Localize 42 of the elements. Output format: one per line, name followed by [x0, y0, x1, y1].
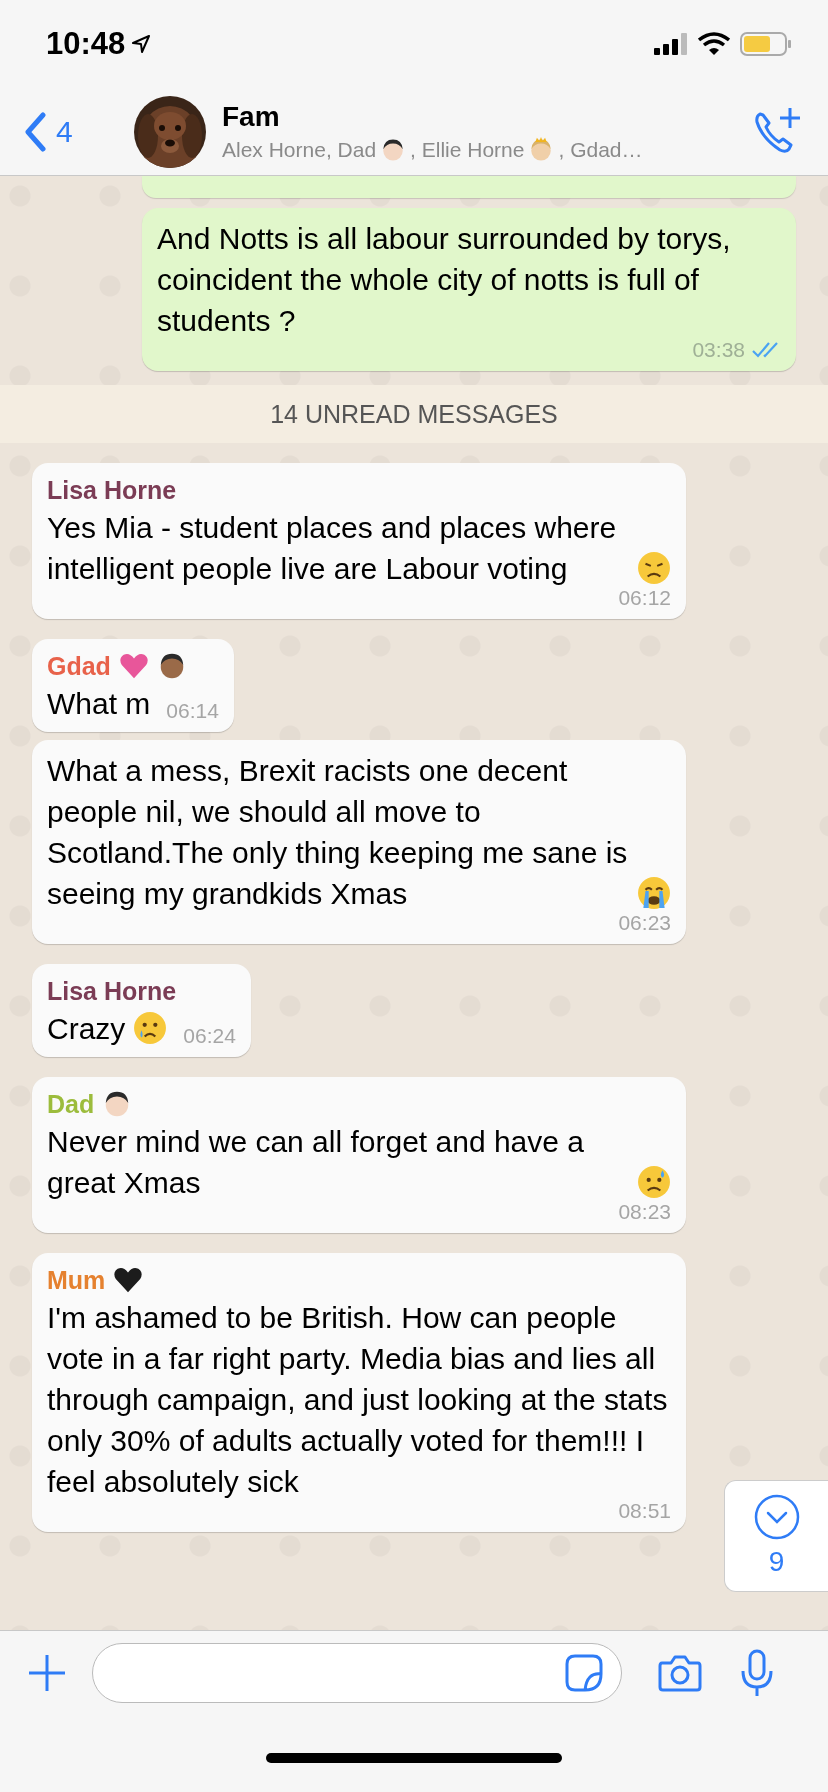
- chevron-left-icon: [24, 111, 46, 152]
- message-text: Never mind we can all forget and have a great Xmas: [47, 1124, 585, 1201]
- sender-name: Lisa Horne: [47, 976, 177, 1007]
- message-text: I'm ashamed to be British. How can people vote in a far right party. Media bias and lies all through campaign, and just looking at the stats only 30% of adults actually voted for them!!! I feel absolutely sick: [47, 1300, 669, 1500]
- message-time: 06:12: [618, 585, 671, 611]
- message-text: Crazy: [47, 1011, 126, 1047]
- message-time: 06:23: [618, 910, 671, 936]
- back-button[interactable]: 4: [24, 111, 128, 152]
- camera-icon[interactable]: [658, 1654, 702, 1692]
- message-time: 06:14: [166, 698, 219, 724]
- microphone-icon[interactable]: [740, 1649, 774, 1697]
- chevron-down-icon: [753, 1494, 800, 1540]
- message-time: 06:24: [183, 1023, 236, 1049]
- sender-name: Lisa Horne: [47, 475, 177, 506]
- member-name: , Gdad…: [558, 137, 643, 162]
- heart-icon: [118, 651, 149, 681]
- battery-icon: [740, 32, 792, 56]
- crying-face-icon: [637, 876, 671, 910]
- location-arrow-icon: [131, 34, 152, 54]
- message-time: 08:51: [618, 1498, 671, 1524]
- tear-face-icon: [133, 1011, 168, 1045]
- member-name: , Ellie Horne: [410, 137, 525, 162]
- sweat-face-icon: [637, 1165, 671, 1199]
- member-name: Alex Horne, Dad: [222, 137, 377, 162]
- heart-icon: [113, 1265, 144, 1295]
- sticker-icon[interactable]: [565, 1654, 603, 1692]
- message-text: Yes Mia - student places and places where intelligent people live are Labour voting: [47, 510, 618, 587]
- message-text: What m: [47, 686, 151, 722]
- sad-face-icon: [637, 551, 671, 585]
- message-time: 08:23: [618, 1199, 671, 1225]
- message-text: And Notts is all labour surrounded by torys, coincident the whole city of notts is full of students ?: [157, 221, 732, 339]
- sender-name: Gdad: [47, 651, 111, 682]
- sender-name: Mum: [47, 1265, 106, 1296]
- wifi-icon: [698, 32, 730, 56]
- sender-name: Dad: [47, 1089, 95, 1120]
- status-time: 10:48: [46, 26, 126, 62]
- message-time: 03:38: [692, 337, 745, 363]
- chat-title: Fam: [222, 100, 281, 133]
- plus-icon[interactable]: [28, 1654, 66, 1692]
- signal-icon: [654, 33, 688, 55]
- scroll-down-button[interactable]: 9: [724, 1480, 828, 1592]
- message-text: What a mess, Brexit racists one decent people nil, we should all move to Scotland.The only thing keeping me sane is seeing my grandkids Xmas: [47, 753, 629, 912]
